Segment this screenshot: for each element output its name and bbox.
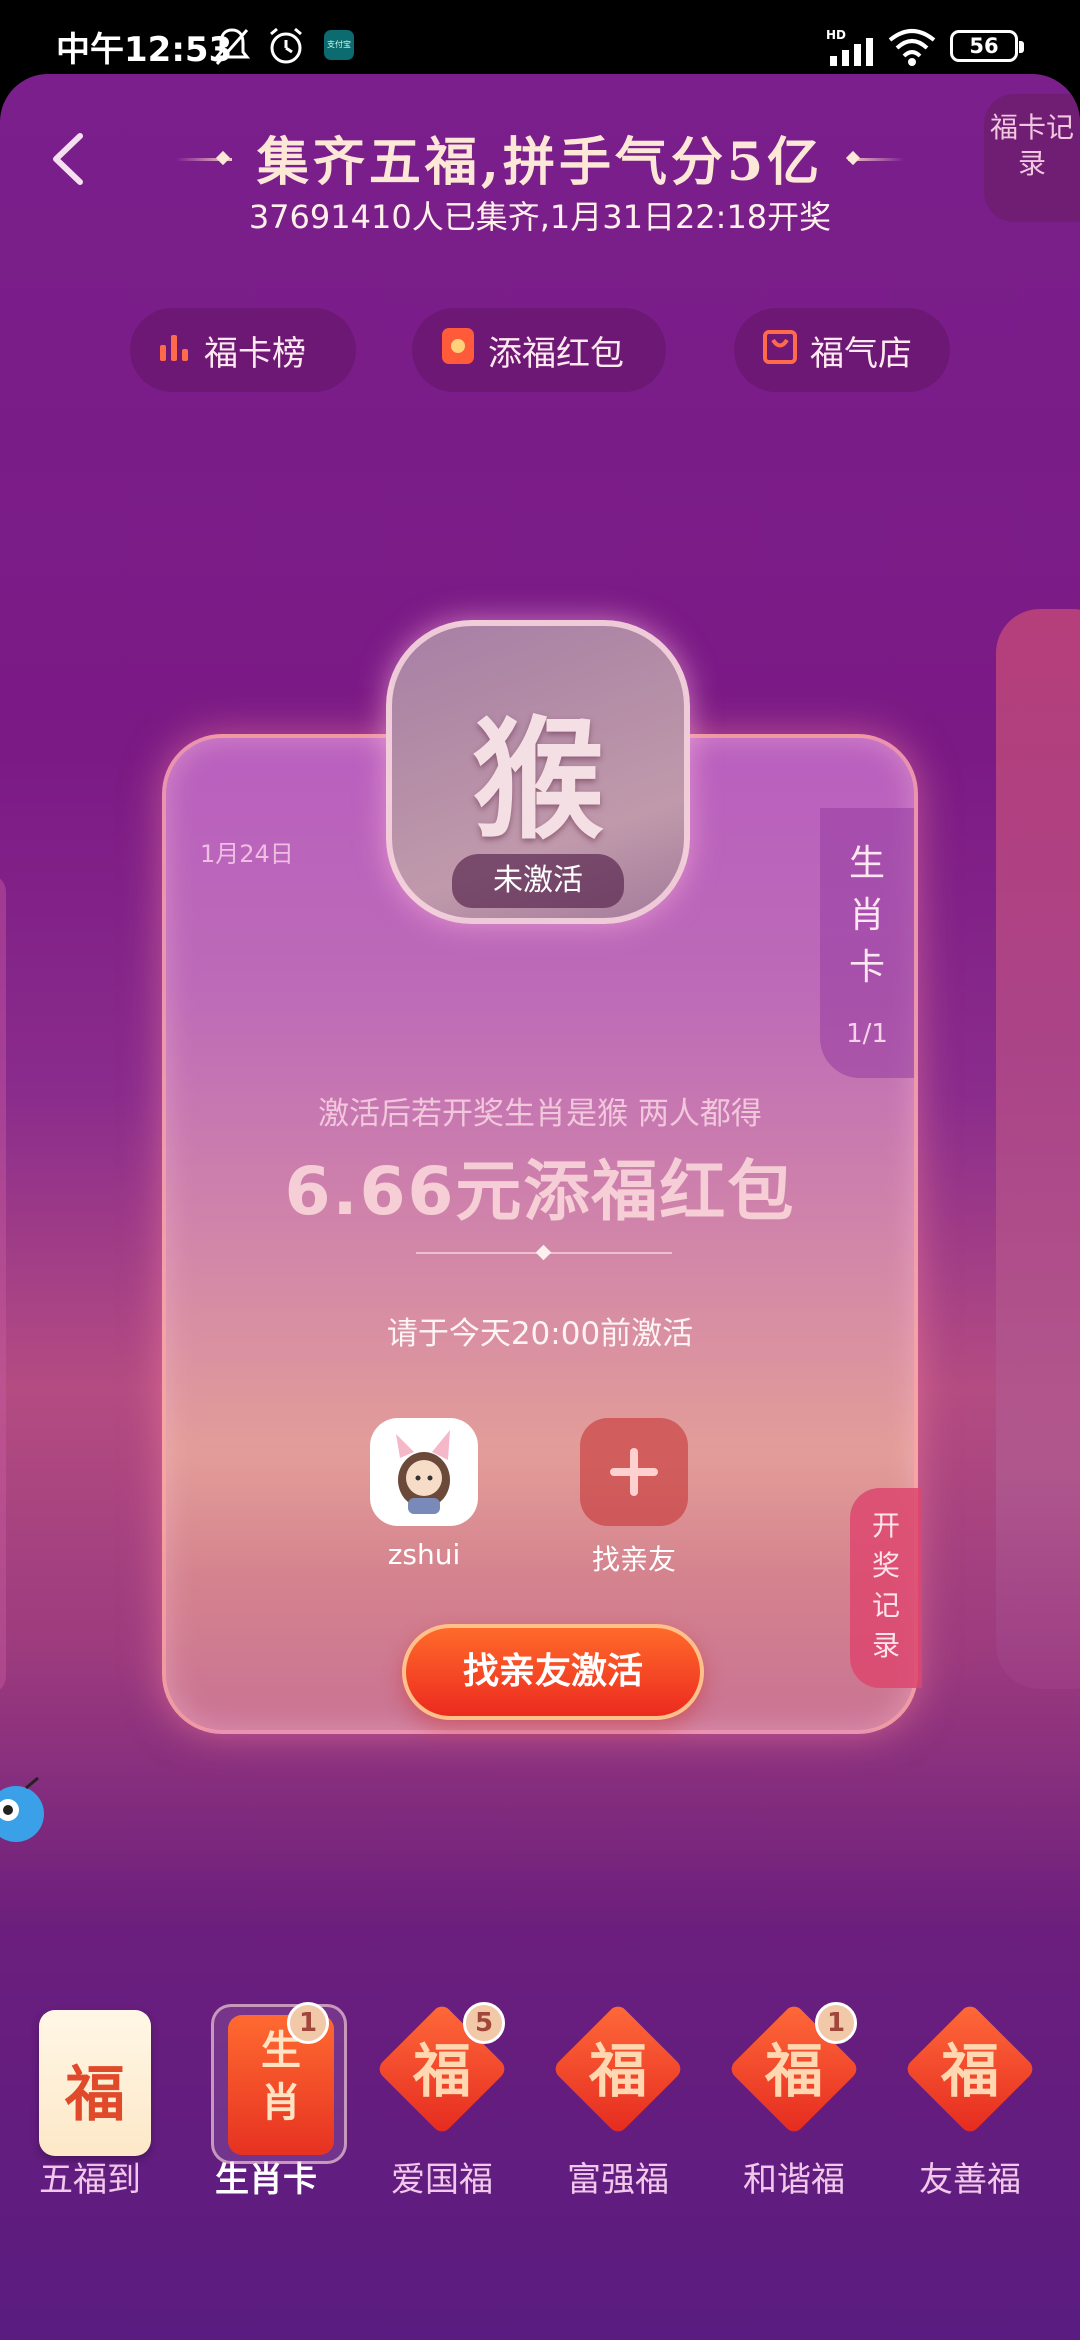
shopping-bag-icon [762, 327, 798, 374]
card-ranking-button[interactable]: 福卡榜 [130, 308, 356, 392]
find-friend-activate-button[interactable]: 找亲友激活 [402, 1624, 704, 1720]
card-amount: 6.66元添福红包 [284, 1153, 796, 1230]
find-friend-slot[interactable]: 找亲友 [564, 1418, 704, 1578]
zodiac-card-icon: 生肖 1 [207, 2002, 347, 2164]
tab-prosperity-fu[interactable]: 福 富强福 [538, 1994, 698, 2201]
wufu-page: 集齐五福,拼手气分5亿 37691410人已集齐,1月31日22:18开奖 福卡… [0, 74, 1080, 2340]
draw-record-label: 开奖记录 [871, 1509, 900, 1662]
pill-label: 福卡榜 [204, 333, 306, 374]
activation-status-badge: 未激活 [452, 854, 624, 908]
card-type-tabs: 福 五福到 生肖 1 生肖卡 福 5 爱国福 福 富强福 福 1 和谐福 福 友… [0, 1994, 1080, 2254]
tab-label: 友善福 [919, 2160, 1021, 2200]
card-hint: 激活后若开奖生肖是猴 两人都得 [318, 1096, 762, 1132]
mini-app-icon: 支付宝 [324, 30, 354, 60]
tab-wufu[interactable]: 福 五福到 [10, 1994, 170, 2201]
pill-label: 添福红包 [488, 333, 624, 374]
alarm-clock-icon [266, 26, 306, 66]
tab-friendly-fu[interactable]: 福 友善福 [890, 1994, 1050, 2201]
count-badge: 5 [463, 2002, 505, 2044]
fu-diamond-icon: 福 5 [375, 2002, 509, 2136]
card-record-button[interactable]: 福卡记录 [984, 94, 1080, 222]
wufu-card-icon: 福 [31, 2010, 151, 2156]
friend-name: zshui [387, 1538, 461, 1571]
card-date: 1月24日 [200, 840, 294, 868]
zodiac-character: 猴 [472, 703, 604, 858]
avatar [370, 1418, 478, 1526]
tab-label: 爱国福 [391, 2160, 493, 2200]
bar-chart-icon [158, 329, 192, 372]
zodiac-tab-char: 肖 [848, 895, 885, 936]
activation-deadline: 请于今天20:00前激活 [386, 1316, 694, 1352]
tab-zodiac-card[interactable]: 生肖 1 生肖卡 [186, 1994, 347, 2201]
mute-bell-icon [214, 26, 250, 66]
friend-name: 找亲友 [591, 1543, 676, 1576]
count-badge: 1 [287, 2002, 329, 2044]
next-card-preview[interactable] [996, 609, 1080, 1689]
battery-indicator: 56 [950, 30, 1024, 62]
tab-label: 和谐福 [743, 2160, 845, 2200]
add-friend-button[interactable] [580, 1418, 688, 1526]
zodiac-card-tab[interactable]: 生 肖 卡 1/1 [820, 808, 914, 1078]
fu-diamond-icon: 福 [903, 2002, 1037, 2136]
tab-label: 五福到 [39, 2160, 141, 2200]
page-subtitle: 37691410人已集齐,1月31日22:18开奖 [248, 198, 832, 236]
status-time: 中午12:53 [56, 30, 233, 70]
add-red-packet-button[interactable]: 添福红包 [412, 308, 666, 392]
zodiac-medallion: 猴 未激活 [386, 620, 690, 924]
card-divider-dot [535, 1244, 552, 1261]
zodiac-count: 1/1 [846, 1019, 888, 1049]
red-packet-icon [440, 326, 476, 375]
tab-patriotic-fu[interactable]: 福 5 爱国福 [362, 1994, 522, 2201]
tab-char: 福 [65, 2060, 125, 2130]
friend-slot-zshui[interactable]: zshui [354, 1418, 494, 1571]
zodiac-tab-char: 生 [848, 843, 885, 884]
plus-icon [610, 1448, 658, 1496]
count-badge: 1 [815, 2002, 857, 2044]
fu-diamond-icon: 福 [551, 2002, 685, 2136]
tab-harmony-fu[interactable]: 福 1 和谐福 [714, 1994, 874, 2201]
zodiac-tab-char: 卡 [848, 947, 885, 988]
fu-diamond-icon: 福 1 [727, 2002, 861, 2136]
draw-record-button[interactable]: 开奖记录 [850, 1488, 922, 1688]
prev-card-preview[interactable] [0, 874, 6, 1694]
tab-label: 富强福 [567, 2160, 669, 2200]
lucky-shop-button[interactable]: 福气店 [734, 308, 950, 392]
tab-char: 福 [940, 2037, 999, 2105]
mascot-icon[interactable] [0, 1774, 48, 1854]
tab-char: 福 [588, 2037, 647, 2105]
wifi-icon [888, 28, 936, 66]
pill-label: 福气店 [810, 333, 912, 374]
page-title: 集齐五福,拼手气分5亿 [256, 132, 824, 193]
signal-icon [830, 38, 876, 66]
